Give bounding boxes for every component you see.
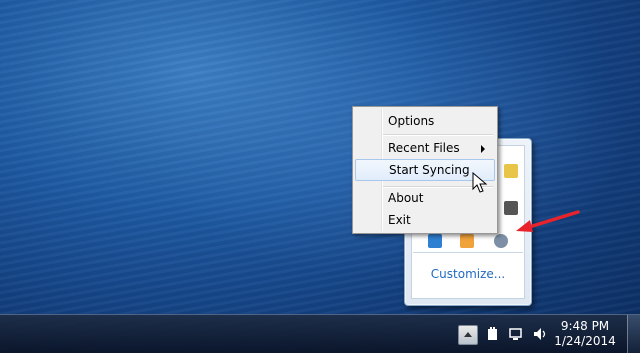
- tray-checkmark-icon[interactable]: [428, 234, 442, 248]
- desktop-background: [0, 0, 640, 353]
- show-hidden-icons-button[interactable]: [458, 325, 478, 345]
- menu-item-exit[interactable]: Exit: [355, 209, 495, 231]
- clock-time: 9:48 PM: [560, 319, 610, 333]
- menu-item-recent-files[interactable]: Recent Files: [355, 137, 495, 159]
- system-clock[interactable]: 9:48 PM 1/24/2014: [552, 319, 618, 349]
- divider: [413, 252, 523, 253]
- mouse-cursor-icon: [472, 172, 488, 193]
- annotation-arrow-icon: [516, 210, 580, 232]
- submenu-arrow-icon: [481, 145, 485, 153]
- tray-notepad-icon[interactable]: [460, 234, 474, 248]
- context-menu: Options Recent Files Start Syncing About…: [352, 106, 498, 234]
- show-desktop-button[interactable]: [627, 315, 640, 353]
- network-icon[interactable]: [509, 326, 525, 342]
- menu-separator: [383, 134, 493, 136]
- power-icon[interactable]: [485, 326, 501, 342]
- clock-date: 1/24/2014: [554, 334, 616, 348]
- chevron-up-icon: [464, 332, 472, 337]
- menu-item-options[interactable]: Options: [355, 110, 495, 132]
- customize-link[interactable]: Customize...: [405, 267, 531, 281]
- taskbar: 9:48 PM 1/24/2014: [0, 314, 640, 353]
- volume-icon[interactable]: [532, 326, 548, 342]
- tray-sync-app-icon[interactable]: [494, 234, 508, 248]
- tray-app-icon[interactable]: [504, 164, 518, 178]
- menu-item-label: Recent Files: [388, 141, 460, 155]
